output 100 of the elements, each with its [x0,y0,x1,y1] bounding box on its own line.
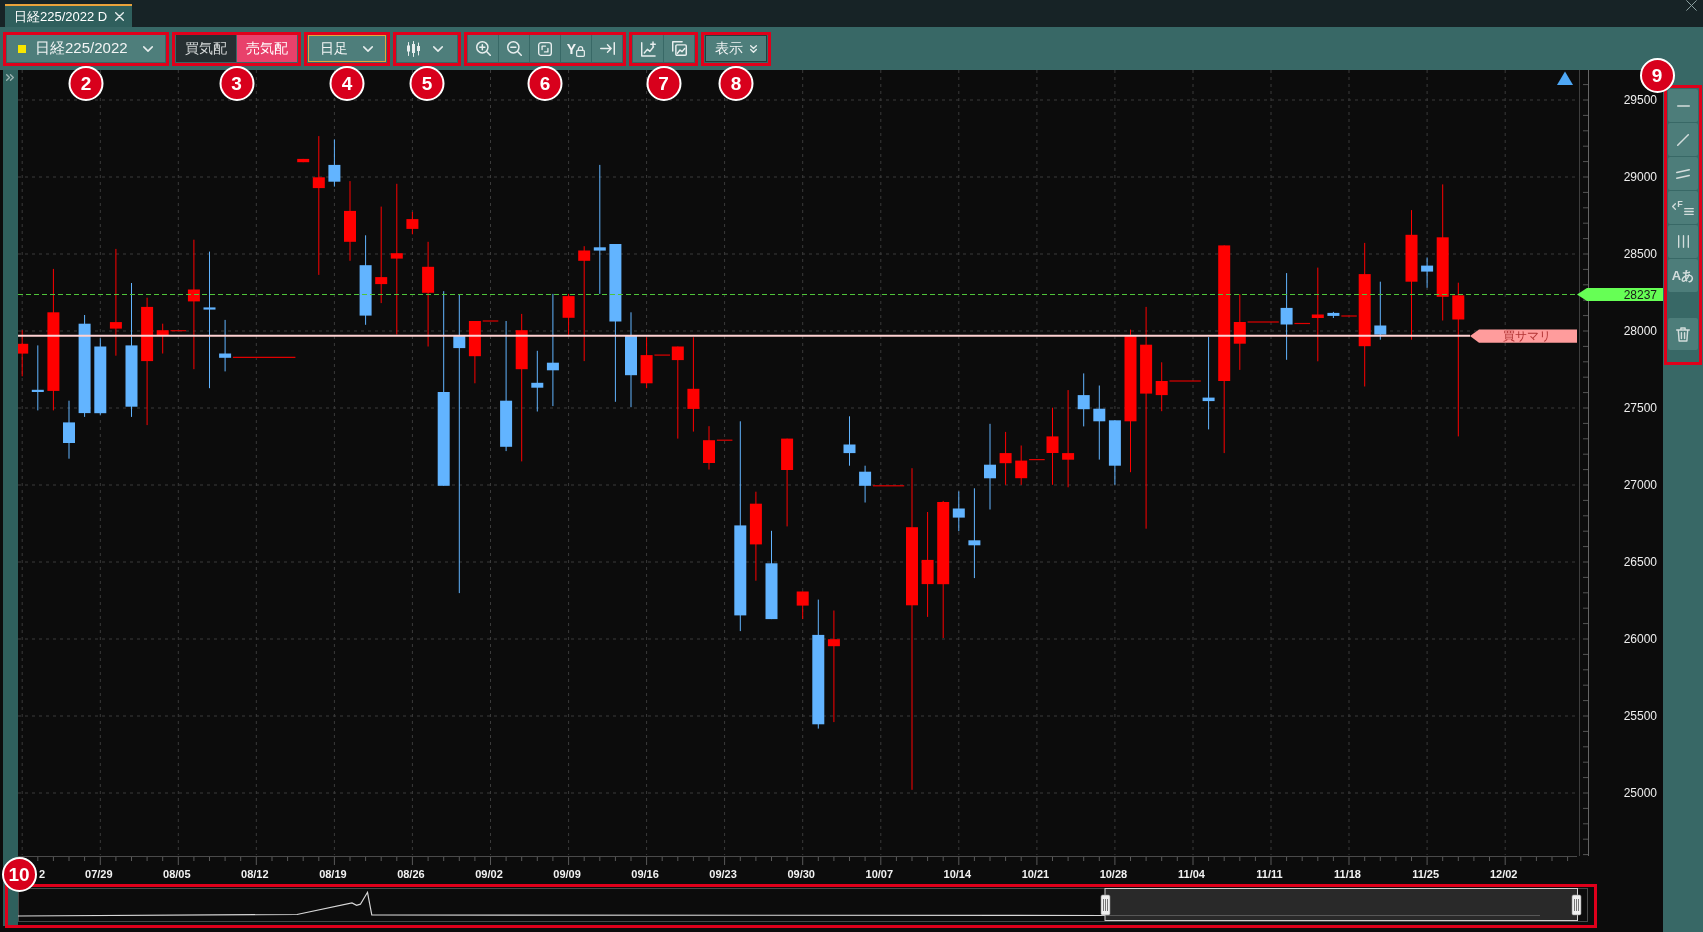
fibonacci-tool[interactable]: F [1668,191,1698,224]
x-tick-label: 10/28 [1099,868,1128,880]
candlestick [796,591,809,620]
quote-side-tab[interactable]: 買気配 [176,35,236,62]
callout-marker: 6 [527,65,563,101]
horizontal-line-tool[interactable] [1668,89,1698,122]
text-tool[interactable]: Aあ [1668,259,1698,292]
expand-icon[interactable] [6,74,14,81]
x-tick-label: 10/14 [943,868,972,880]
candlestick [297,158,310,163]
x-tick-label: 08/05 [163,868,191,880]
candlestick [156,323,169,354]
chart-plus-icon [640,40,656,57]
x-tick-label: 08/19 [319,868,347,880]
symbol-dropdown[interactable]: 日経225/2022 [7,35,165,62]
double-chevron-icon [750,44,757,53]
chart-image-button[interactable] [664,35,694,62]
candlestick [1015,445,1028,486]
y-tick-label: 26000 [1623,632,1657,646]
y-tick-label: 28000 [1623,324,1657,338]
candlestick [952,490,965,532]
x-tick-label: 12/02 [1489,868,1518,880]
flat-price-line [1168,380,1202,382]
x-tick-label: 09/02 [475,868,503,880]
callout-marker: 8 [718,65,754,101]
callout-marker: 2 [68,65,104,101]
flat-price-line [716,439,733,441]
period-dropdown[interactable]: 日足 [308,35,386,62]
zoom-out-icon [506,41,522,56]
candlestick [328,138,341,188]
fit-icon [538,41,552,56]
candlestick [1374,281,1387,341]
arrow-to-bar-icon [599,42,615,55]
x-tick-label: 10/21 [1021,868,1050,880]
candlestick [843,415,856,467]
candlestick [859,465,872,503]
candlestick [531,350,544,412]
caret-icon [363,45,373,52]
candlestick [1108,419,1121,486]
scroll-to-end-button[interactable] [592,35,622,62]
callout-marker: 3 [219,65,254,101]
flat-price-line [1028,459,1046,461]
quote-side-tab[interactable]: 売気配 [237,35,297,62]
vertical-lines-tool[interactable] [1668,225,1698,258]
candlestick [999,431,1012,486]
flat-price-line [482,320,499,322]
callout-marker: 7 [646,65,681,101]
x-tick-label: 09/09 [553,868,581,880]
y-tick-label: 25000 [1623,786,1657,800]
fit-to-screen-button[interactable] [530,35,560,62]
chevron-icon [1672,203,1677,210]
flat-price-line [169,330,187,332]
candlestick [703,425,715,470]
trash-icon [1676,326,1690,342]
x-tick-label: 10/07 [865,868,894,880]
candlestick [219,319,232,372]
add-indicator-button[interactable] [633,35,663,62]
flat-price-line [872,485,905,487]
callout-marker: 4 [329,65,365,101]
zoom-in-button[interactable] [468,35,498,62]
range-handle[interactable] [1571,894,1582,916]
range-selection-window[interactable] [1104,888,1578,921]
x-tick-label: 09/30 [787,868,815,880]
candlestick [406,211,419,235]
up-triangle-icon [1557,71,1573,85]
document-tab[interactable]: 日経225/2022 D [5,4,133,27]
parallel-lines-icon [1676,168,1690,179]
y-tick-label: 29500 [1623,93,1657,107]
candlestick [562,293,575,337]
range-handle[interactable] [1100,894,1111,916]
y-tick-label: 27500 [1623,401,1657,415]
callout-marker: 5 [409,65,445,101]
symbol-swatch-icon [18,44,26,53]
position-tag: 買サマリ [1470,329,1577,344]
trend-line-tool[interactable] [1668,123,1698,156]
candlestick-icon [407,40,420,57]
delete-button[interactable] [1668,318,1698,350]
y-tick-label: 29000 [1623,170,1657,184]
x-tick-label: 09/16 [631,868,659,880]
x-tick-label: 08/12 [241,868,269,880]
caret-icon [143,45,153,52]
candlestick [1421,257,1434,289]
x-tick-label: 11/04 [1178,868,1205,880]
parallel-lines-tool[interactable] [1668,157,1698,190]
close-icon[interactable] [1686,0,1697,11]
flat-price-line [232,356,296,358]
candlestick [1327,311,1340,319]
diagonal-line-icon [1677,133,1689,146]
zoom-out-button[interactable] [499,35,529,62]
candlestick [1155,361,1168,412]
y-tick-label: 27000 [1623,478,1657,492]
y-tick-label: 25500 [1623,709,1657,723]
y-axis-lock-button[interactable]: Y [561,35,591,62]
display-menu-button[interactable]: 表示 [705,35,767,62]
flat-price-line [1293,322,1311,325]
y-tick-label: 28500 [1623,247,1657,261]
x-tick-label: 11/25 [1412,868,1440,880]
candlestick [18,329,29,377]
flat-price-line [1247,321,1280,323]
horizontal-line-icon [1676,104,1690,107]
